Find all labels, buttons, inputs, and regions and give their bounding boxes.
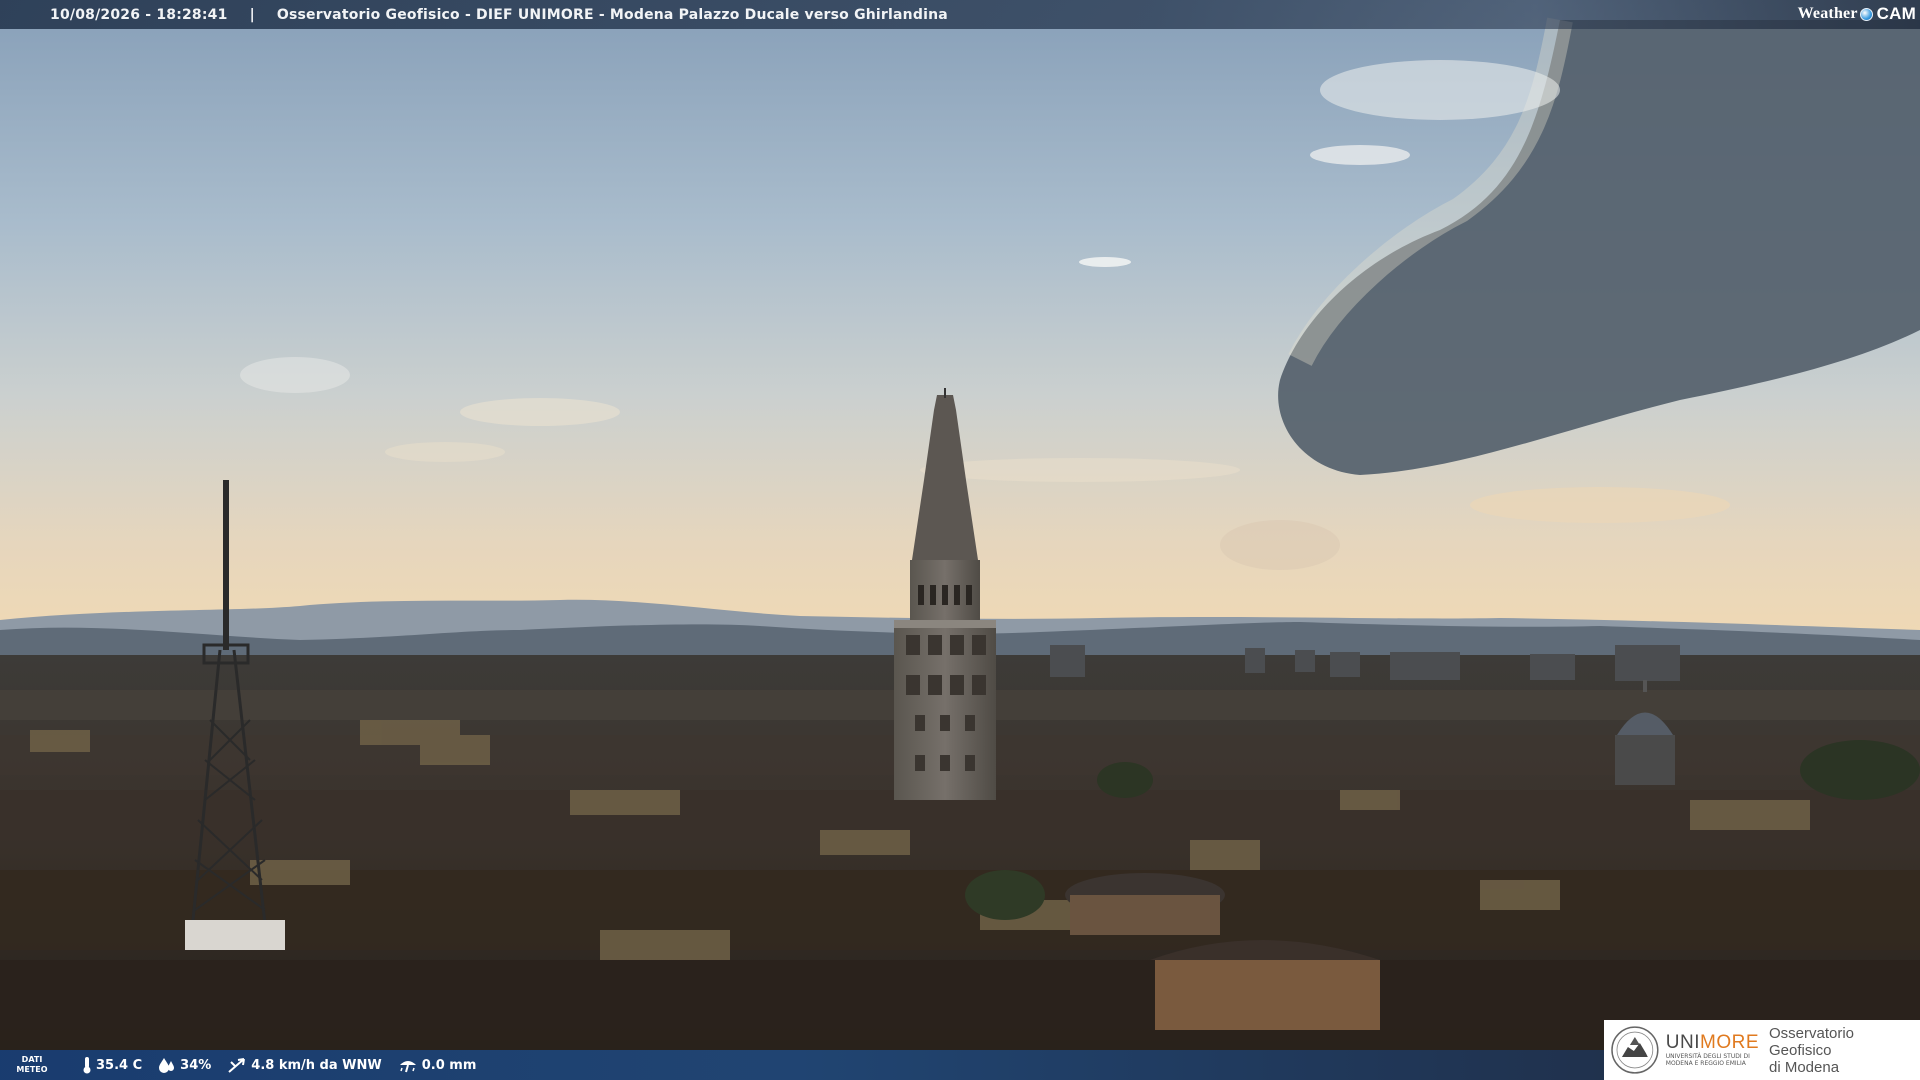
rain-value: 0.0 mm bbox=[421, 1057, 477, 1073]
wind-arrow-icon bbox=[228, 1058, 246, 1073]
rain-reading: 0.0 mm bbox=[398, 1057, 477, 1073]
weather-data-bar: DATI METEO 35.4 C 34% 4.8 km/h da WNW 0.… bbox=[0, 1050, 1604, 1080]
wind-reading: 4.8 km/h da WNW bbox=[227, 1056, 382, 1074]
dati-meteo-label: DATI METEO bbox=[16, 1055, 48, 1074]
webcam-header-bar: 10/08/2026 - 18:28:41 | Osservatorio Geo… bbox=[0, 0, 1920, 29]
humidity-reading: 34% bbox=[158, 1057, 211, 1073]
humidity-drop-icon bbox=[159, 1058, 175, 1073]
webcam-scene bbox=[0, 0, 1920, 1080]
university-subtitle: UNIVERSITÀ DEGLI STUDI DI MODENA E REGGI… bbox=[1665, 1053, 1750, 1067]
brand-weather: Weather bbox=[1797, 5, 1858, 22]
brand-cam: CAM bbox=[1876, 4, 1916, 23]
rain-gauge-icon bbox=[399, 1061, 416, 1073]
weathercam-logo: Weather CAM bbox=[1798, 4, 1916, 24]
temperature-value: 35.4 C bbox=[96, 1057, 143, 1073]
thermometer-icon bbox=[83, 1057, 91, 1074]
timestamp: 10/08/2026 - 18:28:41 bbox=[50, 6, 228, 23]
unimore-wordmark: UNIMORE UNIVERSITÀ DEGLI STUDI DI MODENA… bbox=[1665, 1032, 1759, 1068]
logo-uni: UNI bbox=[1665, 1032, 1700, 1053]
university-seal-icon bbox=[1611, 1026, 1659, 1074]
observatory-name: Osservatorio Geofisico di Modena bbox=[1769, 1024, 1855, 1076]
header-separator: | bbox=[249, 6, 255, 23]
webcam-title: Osservatorio Geofisico - DIEF UNIMORE - … bbox=[276, 6, 948, 23]
humidity-value: 34% bbox=[180, 1057, 212, 1073]
logo-more: MORE bbox=[1700, 1032, 1759, 1053]
temperature-reading: 35.4 C bbox=[82, 1056, 142, 1074]
wind-value: 4.8 km/h da WNW bbox=[251, 1057, 382, 1073]
unimore-logo: UNIMORE UNIVERSITÀ DEGLI STUDI DI MODENA… bbox=[1604, 1020, 1920, 1080]
globe-icon bbox=[1859, 7, 1873, 21]
